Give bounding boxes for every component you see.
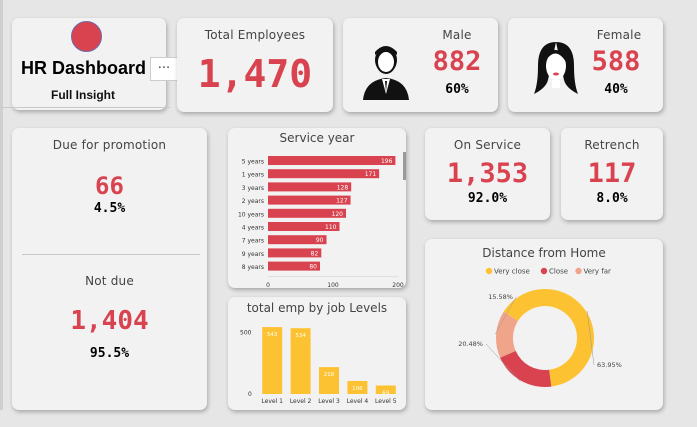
service-year-category-label: 5 years: [242, 159, 264, 166]
distance-legend-label: Close: [549, 268, 568, 276]
service-year-value-label: 171: [365, 171, 377, 178]
distance-slice-label: 20.48%: [458, 340, 483, 348]
female-percent: 40%: [604, 82, 628, 97]
service-year-category-label: 4 years: [242, 225, 264, 232]
service-year-title: Service year: [280, 131, 355, 145]
job-levels-value-label: 218: [324, 372, 335, 378]
not-due-percent: 95.5%: [89, 346, 130, 361]
service-year-value-label: 80: [309, 264, 317, 271]
job-levels-category-label: Level 5: [375, 398, 397, 405]
distance-slice-label: 63.95%: [597, 361, 622, 369]
distance-legend-marker: [485, 267, 493, 275]
more-options-button[interactable]: ···: [150, 57, 178, 81]
distance-card: Distance from Home Very close Close Very f…: [425, 239, 663, 410]
retrench-card: Retrench 117 8.0%: [561, 128, 663, 220]
male-avatar-icon: [363, 46, 409, 100]
female-label: Female: [596, 28, 642, 42]
service-year-category-label: 3 years: [242, 185, 264, 192]
header-logo-circle: [71, 21, 102, 52]
distance-legend-marker: [540, 267, 548, 275]
retrench-label: Retrench: [584, 138, 640, 152]
distance-donut-chart: Distance from Home Very close Close Very f…: [458, 246, 622, 387]
on-service-value: 1,353: [446, 158, 529, 189]
job-levels-chart: total emp by job Levels 500 0 543 Level 1 53…: [240, 301, 397, 405]
dashboard-title: HR Dashboard: [21, 58, 147, 78]
service-year-category-label: 10 years: [238, 211, 264, 218]
male-card: Male 882 60%: [343, 18, 498, 112]
on-service-percent: 92.0%: [467, 191, 508, 206]
job-levels-y-tick: 500: [240, 329, 252, 336]
distance-legend-label: Very far: [584, 268, 612, 276]
service-year-category-label: 9 years: [242, 251, 264, 258]
on-service-label: On Service: [453, 138, 522, 152]
job-levels-category-label: Level 2: [290, 398, 312, 405]
total-employees-card: Total Employees 1,470: [177, 18, 333, 112]
dashboard-subtitle: Full Insight: [51, 88, 115, 102]
total-employees-value: 1,470: [197, 52, 313, 96]
on-service-card: On Service 1,353 92.0%: [425, 128, 550, 220]
left-rail: [0, 0, 3, 410]
female-value: 588: [591, 46, 641, 77]
total-employees-label: Total Employees: [204, 28, 306, 42]
service-year-value-label: 110: [325, 224, 337, 231]
job-levels-y-tick: 0: [248, 391, 252, 398]
promotion-card: Due for promotion 66 4.5% Not due 1,404 …: [12, 128, 207, 410]
job-levels-value-label: 69: [382, 390, 389, 396]
service-year-scrollbar: [403, 152, 406, 180]
promotion-divider: [22, 254, 200, 255]
service-year-category-label: 2 years: [242, 198, 264, 205]
not-due-value: 1,404: [70, 306, 149, 336]
job-levels-value-label: 534: [295, 333, 306, 339]
retrench-value: 117: [587, 158, 637, 189]
female-card: Female 588 40%: [508, 18, 663, 112]
service-year-value-label: 120: [332, 211, 344, 218]
service-year-chart: Service year 5 years 196 1 years 171 3 years…: [238, 131, 406, 288]
service-year-bar: [268, 169, 380, 179]
job-levels-title: total emp by job Levels: [247, 301, 387, 315]
not-due-label: Not due: [85, 274, 134, 288]
due-promotion-percent: 4.5%: [93, 201, 126, 216]
service-year-value-label: 90: [316, 237, 324, 244]
service-year-value-label: 196: [381, 158, 393, 165]
service-year-x-tick: 100: [327, 282, 339, 288]
male-value: 882: [432, 46, 482, 77]
service-year-value-label: 128: [337, 184, 349, 191]
header-card: HR Dashboard ··· Full Insight: [12, 18, 178, 110]
job-levels-category-label: Level 3: [318, 398, 340, 405]
service-year-category-label: 7 years: [242, 238, 264, 245]
job-levels-category-label: Level 4: [347, 398, 369, 405]
service-year-category-label: 1 years: [242, 172, 264, 179]
retrench-percent: 8.0%: [596, 191, 628, 206]
distance-slice-label: 15.58%: [488, 293, 513, 301]
service-year-value-label: 127: [336, 198, 348, 205]
male-percent: 60%: [445, 82, 469, 97]
due-promotion-label: Due for promotion: [52, 138, 167, 152]
distance-legend-label: Very close: [494, 268, 530, 276]
service-year-x-tick: 200: [392, 282, 404, 288]
job-levels-value-label: 543: [267, 332, 278, 338]
due-promotion-value: 66: [95, 172, 124, 200]
service-year-card: Service year 5 years 196 1 years 171 3 years…: [228, 128, 406, 288]
service-year-x-tick: 0: [266, 282, 270, 288]
header-divider: [0, 107, 170, 108]
distance-legend-marker: [575, 267, 582, 275]
job-levels-category-label: Level 1: [261, 398, 283, 405]
service-year-bar: [268, 156, 396, 165]
service-year-value-label: 82: [311, 250, 319, 257]
distance-title: Distance from Home: [482, 246, 605, 260]
service-year-category-label: 8 years: [242, 264, 264, 271]
male-label: Male: [442, 28, 472, 42]
distance-donut-slice: [500, 350, 552, 387]
job-levels-value-label: 106: [352, 386, 363, 392]
job-levels-card: total emp by job Levels 500 0 543 Level 1 53…: [228, 297, 406, 410]
